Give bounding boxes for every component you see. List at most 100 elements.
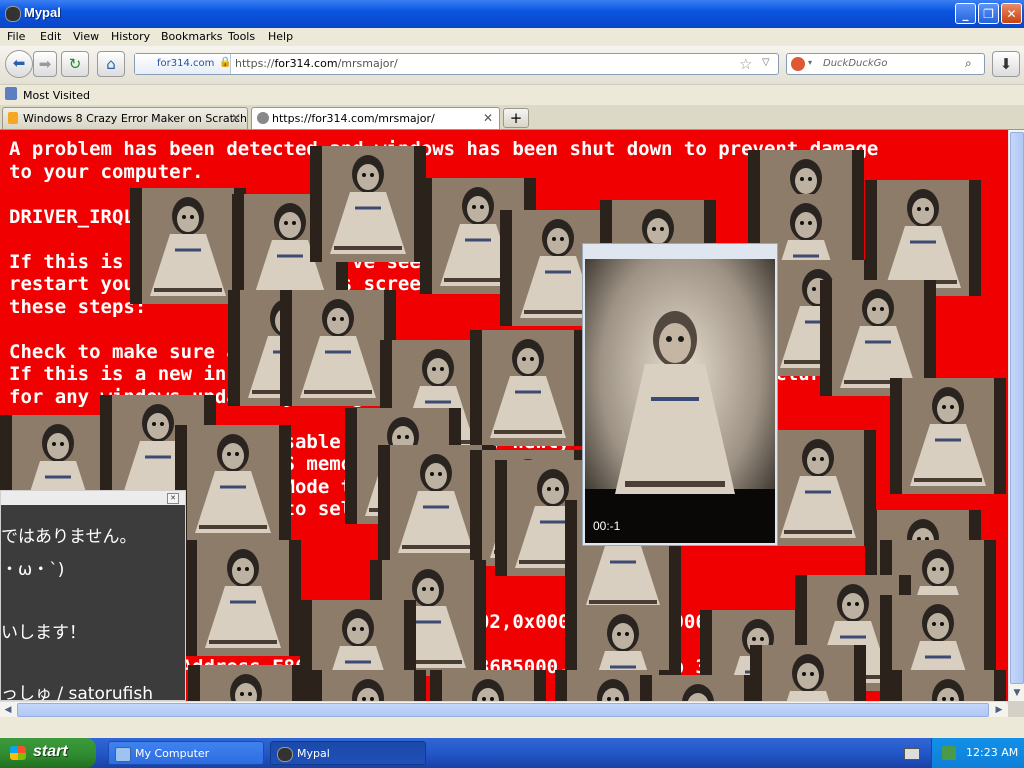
site-identity-button[interactable]: for314.com	[135, 54, 231, 74]
doll-image	[640, 675, 756, 701]
doll-image	[865, 180, 981, 296]
tab-label: Windows 8 Crazy Error Maker on Scratch	[23, 112, 247, 125]
back-arrow-icon: ⬅	[12, 54, 26, 72]
horizontal-scrollbar[interactable]: ◀ ▶	[0, 701, 1008, 718]
lock-icon: 🔒	[219, 57, 232, 68]
menu-bar: File Edit View History Bookmarks Tools H…	[0, 28, 1024, 46]
dialog-line: いします！	[1, 623, 86, 643]
mypal-icon	[277, 747, 293, 762]
home-icon: ⌂	[106, 55, 116, 73]
search-icon[interactable]: ⌕	[965, 56, 972, 71]
url-dropdown-icon[interactable]: ▽	[762, 57, 770, 68]
tab-scratch[interactable]: Windows 8 Crazy Error Maker on Scratch ✕	[2, 107, 248, 129]
minimize-button[interactable]: _	[955, 3, 976, 24]
dark-dialog-window[interactable]: ✕ ではありません。 ・ω・`) いします！ っしゅ / satorufish	[0, 490, 186, 704]
back-button[interactable]: ⬅	[5, 50, 33, 78]
start-label: start	[33, 743, 68, 760]
reload-button[interactable]: ↻	[61, 51, 89, 77]
video-timecode: 00:-1	[593, 519, 621, 533]
url-bar[interactable]: for314.com 🔒 https://for314.com/mrsmajor…	[134, 53, 779, 75]
search-placeholder: DuckDuckGo	[823, 58, 888, 69]
clock[interactable]: 12:23 AM	[966, 746, 1018, 759]
forward-button[interactable]: ➡	[33, 51, 57, 77]
scroll-right-icon[interactable]: ▶	[991, 702, 1007, 718]
url-text[interactable]: https://for314.com/mrsmajor/	[235, 57, 398, 70]
scratch-favicon-icon	[8, 112, 18, 124]
doll-image	[310, 146, 426, 262]
dialog-titlebar: ✕	[1, 491, 185, 505]
doll-image	[130, 188, 246, 304]
menu-file[interactable]: File	[7, 30, 25, 43]
start-button[interactable]: start	[0, 738, 96, 768]
new-tab-button[interactable]: +	[503, 108, 529, 128]
duckduckgo-icon	[791, 57, 805, 71]
doll-image	[175, 425, 291, 541]
taskbar-item-mypal[interactable]: Mypal	[270, 741, 426, 765]
search-engine-dropdown-icon[interactable]: ▾	[808, 58, 812, 67]
download-arrow-icon: ⬇	[999, 55, 1013, 73]
downloads-button[interactable]: ⬇	[992, 51, 1020, 77]
menu-bookmarks[interactable]: Bookmarks	[161, 30, 222, 43]
close-tab-icon[interactable]: ✕	[231, 111, 241, 125]
menu-edit[interactable]: Edit	[40, 30, 61, 43]
most-visited-icon	[5, 87, 17, 100]
maximize-button[interactable]: ❐	[978, 3, 999, 24]
reload-icon: ↻	[68, 55, 82, 73]
doll-image	[890, 670, 1006, 701]
scroll-left-icon[interactable]: ◀	[0, 702, 16, 718]
taskbar-item-label: My Computer	[135, 747, 210, 760]
doll-image	[185, 540, 301, 656]
dialog-line: ではありません。	[1, 527, 137, 547]
forward-arrow-icon: ➡	[38, 55, 52, 73]
doll-video[interactable]: 00:-1	[585, 259, 775, 543]
horizontal-scroll-thumb[interactable]	[17, 703, 989, 717]
globe-favicon-icon	[257, 112, 269, 124]
url-host: for314.com	[274, 57, 338, 70]
system-tray: 12:23 AM	[931, 738, 1024, 768]
menu-help[interactable]: Help	[268, 30, 293, 43]
doll-image	[430, 670, 546, 701]
most-visited-link[interactable]: Most Visited	[23, 89, 90, 102]
url-path: /mrsmajor/	[337, 57, 398, 70]
doll-image	[750, 645, 866, 701]
dialog-close-icon[interactable]: ✕	[167, 493, 179, 504]
close-tab-icon[interactable]: ✕	[483, 111, 493, 125]
taskbar: start My Computer Mypal 12:23 AM	[0, 738, 1024, 768]
mypal-logo-icon	[5, 6, 21, 22]
vertical-scrollbar[interactable]: ▼	[1008, 130, 1024, 701]
bookmarks-toolbar: Most Visited	[0, 84, 1024, 106]
doll-image	[310, 670, 426, 701]
tab-mrsmajor[interactable]: https://for314.com/mrsmajor/ ✕	[251, 107, 500, 129]
doll-image	[188, 665, 304, 701]
vertical-scroll-thumb[interactable]	[1010, 132, 1024, 684]
menu-tools[interactable]: Tools	[228, 30, 255, 43]
menu-view[interactable]: View	[73, 30, 99, 43]
doll-video-frame	[585, 259, 775, 543]
menu-history[interactable]: History	[111, 30, 150, 43]
plus-icon: +	[509, 109, 523, 127]
scroll-down-icon[interactable]: ▼	[1009, 685, 1024, 701]
home-button[interactable]: ⌂	[97, 51, 125, 77]
search-bar[interactable]: ▾ DuckDuckGo ⌕	[786, 53, 985, 75]
doll-image	[280, 290, 396, 406]
keyboard-icon[interactable]	[904, 748, 920, 760]
bookmark-star-icon[interactable]: ☆	[739, 55, 752, 73]
windows-logo-icon	[10, 746, 26, 760]
title-bar: Mypal _ ❐ ✕	[0, 0, 1024, 28]
tab-strip: Windows 8 Crazy Error Maker on Scratch ✕…	[0, 105, 1024, 130]
navigation-toolbar: ⬅ ➡ ↻ ⌂ for314.com 🔒 https://for314.com/…	[0, 46, 1024, 84]
site-identity-label: for314.com	[157, 58, 215, 69]
doll-image	[470, 330, 586, 446]
status-bar	[0, 717, 1024, 738]
network-icon[interactable]	[942, 746, 956, 760]
taskbar-item-my-computer[interactable]: My Computer	[108, 741, 264, 765]
taskbar-item-label: Mypal	[297, 747, 330, 760]
dialog-line: ・ω・`)	[1, 560, 65, 580]
tab-label: https://for314.com/mrsmajor/	[272, 112, 435, 125]
computer-icon	[115, 747, 131, 762]
window-title: Mypal	[24, 5, 61, 20]
close-button[interactable]: ✕	[1001, 3, 1022, 24]
url-scheme: https://	[235, 57, 275, 70]
video-popup-window[interactable]: 00:-1	[582, 243, 778, 546]
doll-image	[890, 378, 1006, 494]
